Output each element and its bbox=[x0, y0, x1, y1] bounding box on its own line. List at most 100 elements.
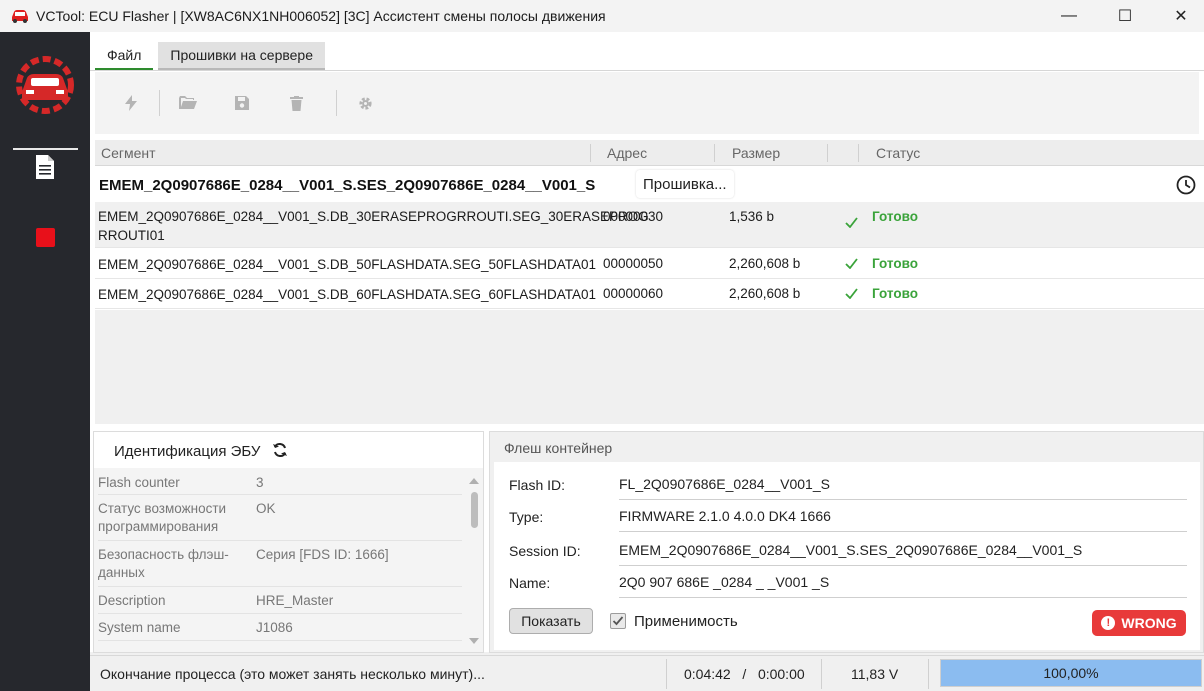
save-button[interactable] bbox=[228, 89, 256, 117]
segment-name: EMEM_2Q0907686E_0284__V001_S.DB_30ERASEP… bbox=[98, 207, 649, 245]
property-key: Flash counter bbox=[98, 475, 180, 490]
tab-file[interactable]: Файл bbox=[95, 42, 154, 70]
list-item: System name J1086 bbox=[98, 614, 462, 641]
flash-button[interactable] bbox=[117, 89, 145, 117]
session-title: EMEM_2Q0907686E_0284__V001_S.SES_2Q09076… bbox=[99, 177, 596, 194]
toolbar-separator bbox=[159, 90, 160, 116]
delete-button[interactable] bbox=[282, 89, 310, 117]
document-icon[interactable] bbox=[34, 154, 56, 180]
session-group-row[interactable]: EMEM_2Q0907686E_0284__V001_S.SES_2Q09076… bbox=[95, 168, 1204, 202]
window-title: VCTool: ECU Flasher | [XW8AC6NX1NH006052… bbox=[36, 8, 606, 24]
show-button[interactable]: Показать bbox=[509, 608, 593, 634]
column-separator bbox=[714, 144, 715, 162]
column-header-segment[interactable]: Сегмент bbox=[101, 140, 156, 166]
ecu-properties-list: Flash counter 3 Статус возможности прогр… bbox=[94, 468, 483, 652]
segment-size: 2,260,608 b bbox=[729, 256, 801, 271]
property-key: Статус возможности программирования bbox=[98, 500, 226, 536]
ecu-scrollbar[interactable] bbox=[468, 472, 480, 652]
field-label: Flash ID: bbox=[509, 477, 566, 493]
close-button[interactable]: ✕ bbox=[1158, 0, 1204, 32]
status-message: Окончание процесса (это может занять нес… bbox=[100, 666, 485, 682]
table-row[interactable]: EMEM_2Q0907686E_0284__V001_S.DB_60FLASHD… bbox=[95, 279, 1204, 309]
check-icon bbox=[612, 616, 624, 626]
column-header-address[interactable]: Адрес bbox=[607, 140, 647, 166]
property-key: Description bbox=[98, 593, 166, 608]
gear-icon bbox=[358, 96, 372, 110]
segment-name: EMEM_2Q0907686E_0284__V001_S.DB_50FLASHD… bbox=[98, 257, 597, 272]
exclamation-icon: ! bbox=[1101, 616, 1116, 630]
scroll-thumb[interactable] bbox=[471, 492, 478, 528]
check-icon bbox=[845, 288, 858, 299]
list-item: Статус возможности программирования OK bbox=[98, 495, 462, 541]
progress-text: 100,00% bbox=[1043, 665, 1099, 681]
ecu-panel-title: Идентификация ЭБУ bbox=[114, 443, 261, 460]
maximize-button[interactable]: ☐ bbox=[1102, 0, 1148, 32]
save-icon bbox=[235, 96, 249, 110]
property-key: Безопасность флэш- данных bbox=[98, 546, 229, 582]
segment-name-line: EMEM_2Q0907686E_0284__V001_S.DB_30ERASEP… bbox=[98, 209, 649, 224]
logo-divider bbox=[13, 148, 78, 150]
field-label: Type: bbox=[509, 509, 544, 525]
segment-status: Готово bbox=[872, 256, 918, 271]
field-value[interactable]: EMEM_2Q0907686E_0284__V001_S.SES_2Q09076… bbox=[619, 542, 1187, 566]
table-row[interactable]: EMEM_2Q0907686E_0284__V001_S.DB_50FLASHD… bbox=[95, 249, 1204, 279]
segment-size: 2,260,608 b bbox=[729, 286, 801, 301]
field-value[interactable]: FIRMWARE 2.1.0 4.0.0 DK4 1666 bbox=[619, 508, 1187, 532]
property-key-line: Безопасность флэш- bbox=[98, 547, 229, 562]
segment-size: 1,536 b bbox=[729, 209, 775, 224]
scroll-up-arrow[interactable] bbox=[469, 478, 479, 484]
clock-icon[interactable] bbox=[1176, 175, 1196, 195]
flash-panel-body: Flash ID: FL_2Q0907686E_0284__V001_S Typ… bbox=[494, 462, 1200, 650]
field-label: Name: bbox=[509, 575, 551, 591]
applicability-label[interactable]: Применимость bbox=[634, 613, 738, 630]
segment-status: Готово bbox=[872, 286, 918, 301]
applicability-checkbox[interactable] bbox=[610, 613, 626, 629]
field-label: Session ID: bbox=[509, 543, 581, 559]
title-bar: VCTool: ECU Flasher | [XW8AC6NX1NH006052… bbox=[0, 0, 1204, 32]
minimize-button[interactable]: — bbox=[1046, 0, 1092, 32]
open-button[interactable] bbox=[174, 89, 202, 117]
column-separator bbox=[590, 144, 591, 162]
tab-server-firmware[interactable]: Прошивки на сервере bbox=[158, 42, 325, 70]
lightning-icon bbox=[125, 95, 137, 111]
flash-field-type: Type: FIRMWARE 2.1.0 4.0.0 DK4 1666 bbox=[509, 500, 1189, 532]
wrong-badge-text: WRONG bbox=[1121, 615, 1177, 631]
elapsed-time: 0:04:42 / 0:00:00 bbox=[684, 666, 805, 682]
refresh-icon[interactable] bbox=[272, 442, 288, 458]
folder-open-icon bbox=[179, 96, 197, 109]
segment-address: 00000050 bbox=[603, 256, 664, 271]
flash-container-panel: Флеш контейнер Flash ID: FL_2Q0907686E_0… bbox=[489, 431, 1204, 653]
wrong-badge: ! WRONG bbox=[1092, 610, 1186, 636]
column-separator bbox=[827, 144, 828, 162]
tab-bar: Файл Прошивки на сервере bbox=[95, 42, 330, 70]
list-item: Description HRE_Master bbox=[98, 587, 462, 614]
field-value[interactable]: FL_2Q0907686E_0284__V001_S bbox=[619, 476, 1187, 500]
column-header-status[interactable]: Статус bbox=[876, 140, 920, 166]
check-icon bbox=[845, 217, 858, 228]
toolbar bbox=[95, 72, 1199, 134]
segment-name-line: RROUTI01 bbox=[98, 228, 165, 243]
settings-button[interactable] bbox=[351, 89, 379, 117]
table-empty-area bbox=[95, 310, 1204, 424]
flash-field-name: Name: 2Q0 907 686E _0284 _ _V001 _S bbox=[509, 566, 1189, 598]
scroll-down-arrow[interactable] bbox=[469, 638, 479, 644]
stop-icon[interactable] bbox=[36, 228, 55, 247]
progress-bar: 100,00% bbox=[940, 659, 1202, 687]
property-key-line: данных bbox=[98, 565, 145, 580]
tab-divider bbox=[90, 70, 1204, 71]
list-item: Flash counter 3 bbox=[98, 468, 462, 495]
column-header-size[interactable]: Размер bbox=[732, 140, 780, 166]
segment-address: 00000060 bbox=[603, 286, 664, 301]
session-status-badge: Прошивка... bbox=[636, 170, 734, 198]
app-logo-icon[interactable] bbox=[14, 54, 76, 116]
field-value[interactable]: 2Q0 907 686E _0284 _ _V001 _S bbox=[619, 574, 1187, 598]
flash-field-flash-id: Flash ID: FL_2Q0907686E_0284__V001_S bbox=[509, 468, 1189, 500]
ecu-panel-header: Идентификация ЭБУ bbox=[94, 432, 483, 468]
segment-name: EMEM_2Q0907686E_0284__V001_S.DB_60FLASHD… bbox=[98, 287, 597, 302]
property-key-line: программирования bbox=[98, 519, 219, 534]
trash-icon bbox=[289, 95, 303, 111]
car-icon bbox=[12, 10, 28, 23]
table-row[interactable]: EMEM_2Q0907686E_0284__V001_S.DB_30ERASEP… bbox=[95, 202, 1204, 248]
property-value: 3 bbox=[256, 475, 264, 490]
status-bar: Окончание процесса (это может занять нес… bbox=[90, 655, 1204, 691]
